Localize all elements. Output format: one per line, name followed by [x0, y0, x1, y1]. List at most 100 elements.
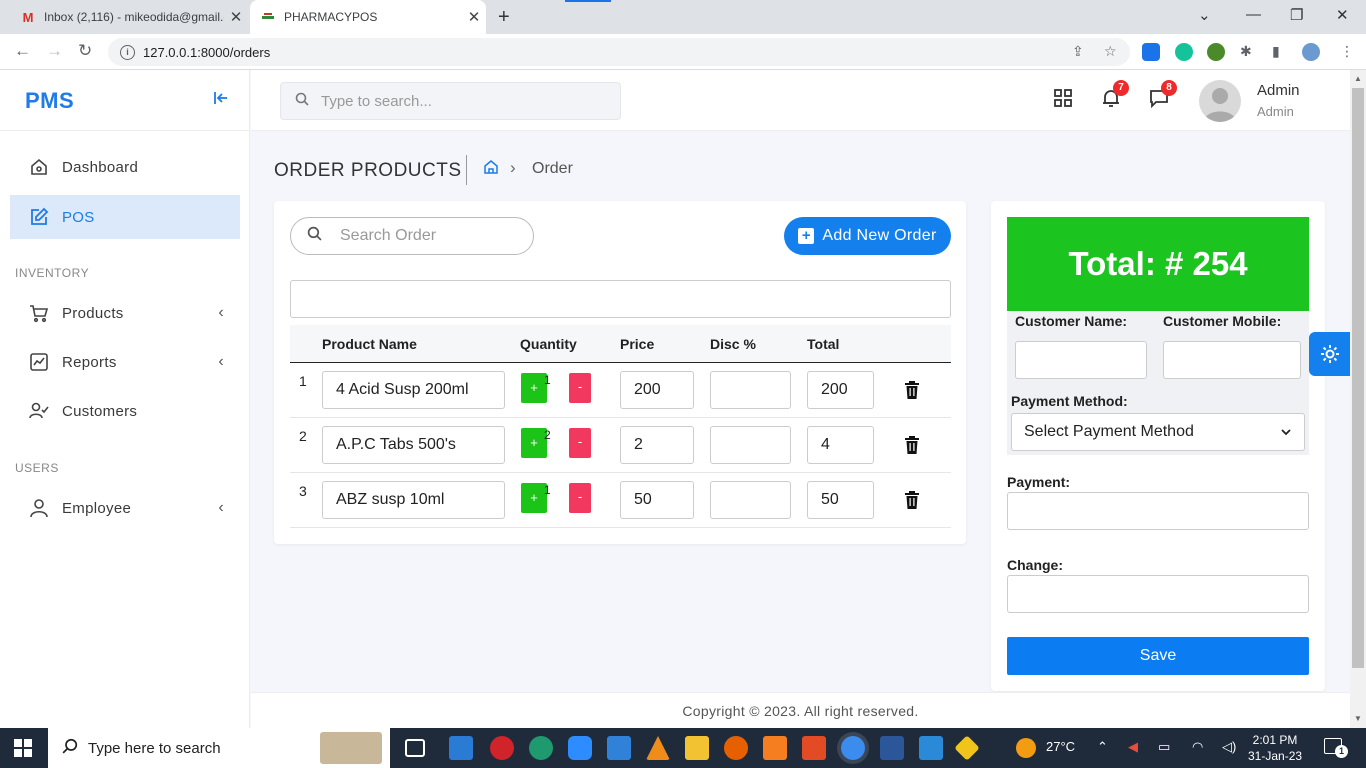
- sidebar-item-products[interactable]: Products ‹: [10, 291, 240, 335]
- tab-pharmacypos[interactable]: PHARMACYPOS ✕: [250, 0, 486, 34]
- discount-field[interactable]: [710, 481, 791, 519]
- breadcrumb-home-icon[interactable]: [484, 160, 498, 179]
- sidebar-item-customers[interactable]: Customers: [10, 389, 240, 433]
- weather-temperature[interactable]: 27°C: [1046, 739, 1075, 754]
- new-tab-icon[interactable]: +: [498, 6, 510, 29]
- save-button[interactable]: Save: [1007, 637, 1309, 675]
- decrease-qty-button[interactable]: -: [569, 483, 591, 513]
- customer-mobile-input[interactable]: [1163, 341, 1301, 379]
- close-window-icon[interactable]: ✕: [1336, 6, 1349, 24]
- apps-grid-icon[interactable]: [1053, 88, 1073, 113]
- firefox-icon[interactable]: [724, 736, 748, 760]
- weather-icon[interactable]: [1016, 738, 1036, 758]
- page-scrollbar[interactable]: ▲ ▼: [1350, 70, 1366, 728]
- vscode-icon[interactable]: [449, 736, 473, 760]
- scroll-down-icon[interactable]: ▼: [1354, 714, 1362, 723]
- puzzle-icon[interactable]: ✱: [1240, 43, 1252, 60]
- wifi-icon[interactable]: ◠: [1192, 739, 1203, 755]
- tab-gmail[interactable]: M Inbox (2,116) - mikeodida@gmail.com ✕: [8, 0, 248, 34]
- profile-icon[interactable]: [1302, 43, 1320, 61]
- tab-search-icon[interactable]: ⌄: [1198, 6, 1211, 24]
- edge-icon[interactable]: [529, 736, 553, 760]
- zoom-icon[interactable]: [568, 736, 592, 760]
- scrollbar-thumb[interactable]: [1352, 88, 1364, 668]
- grammarly-icon[interactable]: [1175, 43, 1193, 61]
- product-name-field[interactable]: A.P.C Tabs 500's: [322, 426, 505, 464]
- discount-field[interactable]: [710, 371, 791, 409]
- vlc-icon[interactable]: [646, 736, 670, 760]
- collapse-sidebar-icon[interactable]: [213, 90, 229, 111]
- file-explorer-icon[interactable]: [685, 736, 709, 760]
- opera-icon[interactable]: [490, 736, 514, 760]
- speaker-muted-icon[interactable]: ◀: [1128, 739, 1138, 755]
- xampp-icon[interactable]: [763, 736, 787, 760]
- volume-icon[interactable]: ◁): [1222, 739, 1236, 755]
- add-new-order-label: Add New Order: [822, 227, 937, 244]
- add-new-order-button[interactable]: + Add New Order: [784, 217, 951, 255]
- tab-title: Inbox (2,116) - mikeodida@gmail.com: [44, 10, 224, 24]
- brand-logo[interactable]: PMS: [25, 88, 74, 114]
- taskbar-clock[interactable]: 2:01 PM 31-Jan-23: [1248, 732, 1302, 764]
- trash-icon[interactable]: [904, 436, 920, 459]
- share-icon[interactable]: ⇪: [1072, 43, 1084, 60]
- side-panel-icon[interactable]: ▮: [1272, 43, 1280, 60]
- settings-gear-button[interactable]: [1309, 332, 1350, 376]
- battery-icon[interactable]: ▭: [1158, 739, 1170, 755]
- sidebar-item-pos[interactable]: POS: [10, 195, 240, 239]
- close-tab-icon[interactable]: ✕: [224, 8, 248, 26]
- search-order-input[interactable]: Search Order: [290, 217, 534, 255]
- tray-expand-icon[interactable]: ⌃: [1097, 739, 1108, 755]
- discount-field[interactable]: [710, 426, 791, 464]
- decrease-qty-button[interactable]: -: [569, 428, 591, 458]
- change-input[interactable]: [1007, 575, 1309, 613]
- sidebar-item-reports[interactable]: Reports ‹: [10, 340, 240, 384]
- sidebar-item-dashboard[interactable]: Dashboard: [10, 145, 240, 189]
- scroll-up-icon[interactable]: ▲: [1354, 74, 1362, 83]
- word-icon[interactable]: [880, 736, 904, 760]
- payment-input[interactable]: [1007, 492, 1309, 530]
- bookmark-star-icon[interactable]: ☆: [1104, 43, 1117, 60]
- notifications-bell-icon[interactable]: 7: [1101, 80, 1129, 113]
- site-info-icon[interactable]: i: [120, 44, 135, 60]
- decrease-qty-button[interactable]: -: [569, 373, 591, 403]
- office-icon[interactable]: [802, 736, 826, 760]
- minimize-icon[interactable]: —: [1246, 6, 1261, 23]
- windows-taskbar: Type here to search 27°C ⌃ ◀ ▭ ◠ ◁) 2:01…: [0, 728, 1366, 768]
- taskbar-search-input[interactable]: Type here to search: [48, 728, 390, 768]
- messages-icon[interactable]: 8: [1149, 80, 1177, 113]
- reload-icon[interactable]: ↻: [78, 41, 92, 61]
- total-field[interactable]: 200: [807, 371, 874, 409]
- maximize-icon[interactable]: ❐: [1290, 6, 1303, 24]
- total-field[interactable]: 4: [807, 426, 874, 464]
- forward-icon[interactable]: →: [46, 41, 63, 61]
- total-field[interactable]: 50: [807, 481, 874, 519]
- chrome-icon[interactable]: [841, 736, 865, 760]
- product-scan-input[interactable]: [290, 280, 951, 318]
- customer-name-input[interactable]: [1015, 341, 1147, 379]
- trash-icon[interactable]: [904, 381, 920, 404]
- dev-tool-icon[interactable]: [954, 735, 980, 761]
- menu-icon[interactable]: ⋮: [1340, 43, 1354, 60]
- url-field[interactable]: i 127.0.0.1:8000/orders: [108, 38, 1130, 66]
- price-field[interactable]: 50: [620, 481, 694, 519]
- payment-method-select[interactable]: Select Payment Method: [1011, 413, 1305, 451]
- extension-icon[interactable]: [1207, 43, 1225, 61]
- product-name-field[interactable]: 4 Acid Susp 200ml: [322, 371, 505, 409]
- media-player-icon[interactable]: [919, 736, 943, 760]
- task-view-icon[interactable]: [405, 739, 425, 757]
- mail-icon[interactable]: [607, 736, 631, 760]
- avatar[interactable]: [1199, 80, 1241, 122]
- notification-center-icon[interactable]: 1: [1324, 738, 1348, 758]
- extension-icon[interactable]: [1142, 43, 1160, 61]
- price-field[interactable]: 2: [620, 426, 694, 464]
- windows-start-icon[interactable]: [14, 739, 32, 762]
- back-icon[interactable]: ←: [14, 41, 31, 61]
- user-name[interactable]: Admin: [1257, 82, 1300, 99]
- global-search-input[interactable]: Type to search...: [280, 82, 621, 120]
- price-field[interactable]: 200: [620, 371, 694, 409]
- taskbar-search-text: Type here to search: [88, 739, 221, 757]
- trash-icon[interactable]: [904, 491, 920, 514]
- product-name-field[interactable]: ABZ susp 10ml: [322, 481, 505, 519]
- close-tab-icon[interactable]: ✕: [462, 8, 486, 26]
- sidebar-item-employee[interactable]: Employee ‹: [10, 486, 240, 530]
